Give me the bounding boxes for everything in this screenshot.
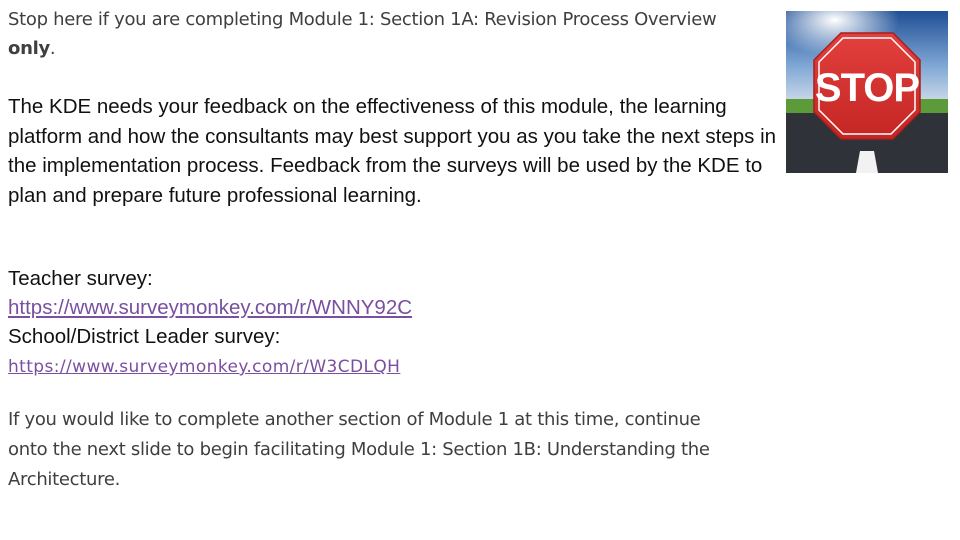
teacher-survey-label: Teacher survey: (8, 267, 153, 290)
stop-sign-text: STOP (815, 66, 920, 110)
stop-sign-icon: STOP (786, 11, 948, 173)
feedback-paragraph: The KDE needs your feedback on the effec… (8, 95, 777, 207)
intro-text: Stop here if you are completing Module 1… (8, 9, 717, 30)
continue-paragraph: If you would like to complete another se… (8, 409, 710, 490)
leader-survey-link[interactable]: https://www.surveymonkey.com/r/W3CDLQH (8, 353, 708, 382)
stop-sign-image: STOP (786, 11, 948, 173)
teacher-survey-link[interactable]: https://www.surveymonkey.com/r/WNNY92C (8, 293, 708, 322)
leader-survey-label: School/District Leader survey: (8, 325, 281, 348)
intro-end: . (49, 38, 56, 59)
survey-links-block: Teacher survey: https://www.surveymonkey… (8, 264, 708, 382)
intro-paragraph: Stop here if you are completing Module 1… (8, 5, 768, 63)
intro-emphasis: only (8, 38, 50, 59)
